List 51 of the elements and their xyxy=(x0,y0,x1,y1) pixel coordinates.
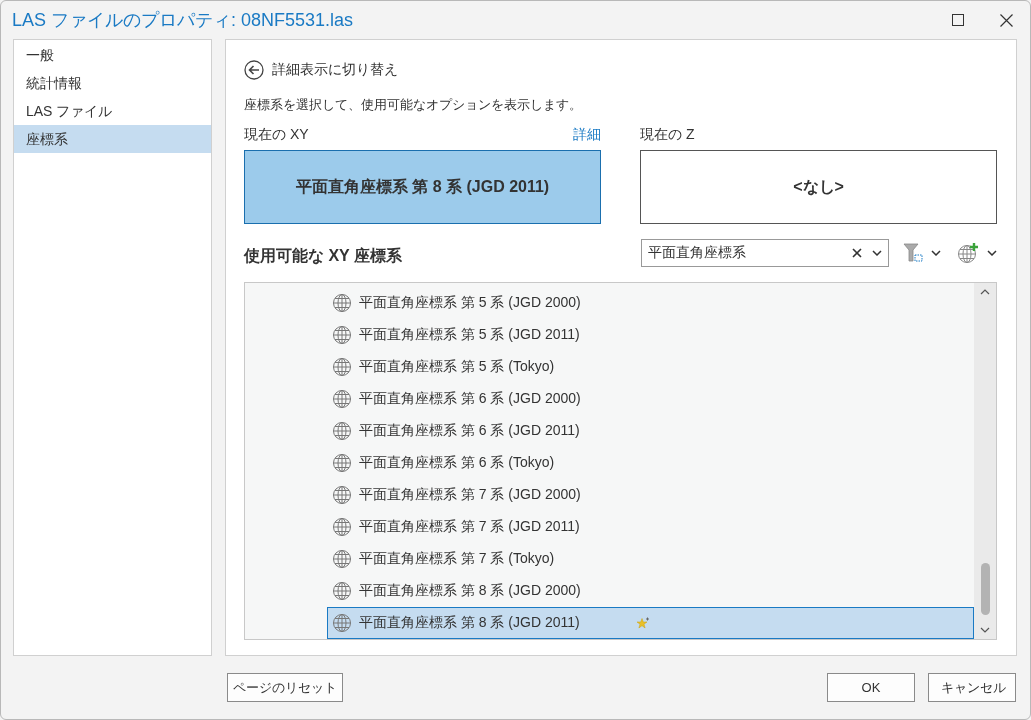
list-item[interactable]: 平面直角座標系 第 8 系 (JGD 2000) xyxy=(327,575,974,607)
current-xy-label: 現在の XY xyxy=(244,126,309,144)
globe-icon xyxy=(332,325,352,345)
search-field[interactable]: 平面直角座標系 xyxy=(641,239,889,267)
current-z-label: 現在の Z xyxy=(640,126,695,144)
section-heading: 使用可能な XY 座標系 xyxy=(244,245,403,267)
add-globe-icon[interactable] xyxy=(957,242,979,264)
current-z-value: <なし> xyxy=(640,150,997,224)
globe-icon xyxy=(332,421,352,441)
globe-icon xyxy=(332,613,352,633)
sidebar-item[interactable]: 一般 xyxy=(14,41,211,69)
list-item[interactable]: 平面直角座標系 第 5 系 (JGD 2000) xyxy=(327,287,974,319)
list-item[interactable]: 平面直角座標系 第 6 系 (JGD 2011) xyxy=(327,415,974,447)
ok-button[interactable]: OK xyxy=(827,673,915,703)
list-item[interactable]: 平面直角座標系 第 7 系 (JGD 2000) xyxy=(327,479,974,511)
reset-page-button[interactable]: ページのリセット xyxy=(227,673,343,703)
globe-icon xyxy=(332,549,352,569)
cancel-button[interactable]: キャンセル xyxy=(928,673,1016,703)
details-link[interactable]: 詳細 xyxy=(573,126,601,144)
filter-icon[interactable] xyxy=(903,243,923,263)
chevron-down-icon[interactable] xyxy=(987,250,997,256)
globe-icon xyxy=(332,485,352,505)
globe-icon xyxy=(332,389,352,409)
globe-icon xyxy=(332,517,352,537)
window-title: LAS ファイルのプロパティ: 08NF5531.las xyxy=(12,9,355,32)
scroll-thumb[interactable] xyxy=(980,563,990,615)
list-item[interactable]: 平面直角座標系 第 7 系 (Tokyo) xyxy=(327,543,974,575)
list-item[interactable]: 平面直角座標系 第 6 系 (JGD 2000) xyxy=(327,383,974,415)
sidebar-item[interactable]: 座標系 xyxy=(14,125,211,153)
scroll-down-icon[interactable] xyxy=(980,627,990,633)
scrollbar[interactable] xyxy=(974,283,996,639)
chevron-down-icon[interactable] xyxy=(931,250,941,256)
sidebar-item[interactable]: 統計情報 xyxy=(14,69,211,97)
current-xy-value: 平面直角座標系 第 8 系 (JGD 2011) xyxy=(244,150,601,224)
globe-icon xyxy=(332,453,352,473)
description-text: 座標系を選択して、使用可能なオプションを表示します。 xyxy=(244,96,583,114)
scroll-up-icon[interactable] xyxy=(980,289,990,295)
list-item[interactable]: 平面直角座標系 第 8 系 (JGD 2011) xyxy=(327,607,974,639)
sidebar-item[interactable]: LAS ファイル xyxy=(14,97,211,125)
list-item[interactable]: 平面直角座標系 第 5 系 (Tokyo) xyxy=(327,351,974,383)
close-icon[interactable] xyxy=(999,13,1013,27)
globe-icon xyxy=(332,581,352,601)
globe-icon xyxy=(332,293,352,313)
maximize-icon[interactable] xyxy=(952,14,964,26)
clear-icon[interactable] xyxy=(852,248,862,258)
list-item[interactable]: 平面直角座標系 第 6 系 (Tokyo) xyxy=(327,447,974,479)
globe-icon xyxy=(332,357,352,377)
switch-view-link[interactable]: 詳細表示に切り替え xyxy=(272,61,398,79)
list-item[interactable]: 平面直角座標系 第 5 系 (JGD 2011) xyxy=(327,319,974,351)
chevron-down-icon[interactable] xyxy=(872,250,882,256)
list-item[interactable]: 平面直角座標系 第 7 系 (JGD 2011) xyxy=(327,511,974,543)
